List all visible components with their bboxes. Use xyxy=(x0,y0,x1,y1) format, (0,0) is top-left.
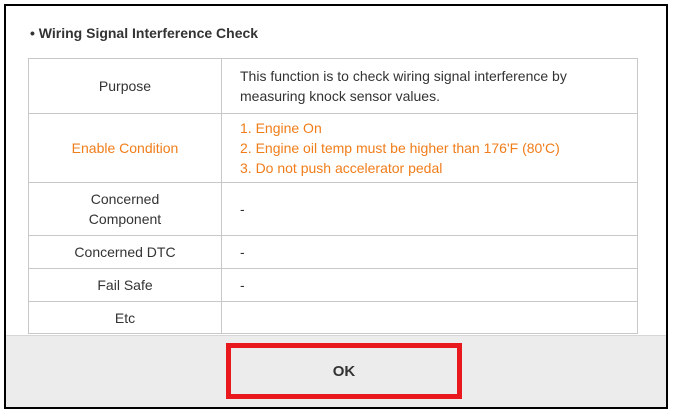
concerned-component-label-line-1: Concerned xyxy=(90,191,160,207)
fail-safe-value: - xyxy=(221,268,638,302)
purpose-label: Purpose xyxy=(28,58,222,114)
enable-condition-line-1: 1. Engine On xyxy=(240,120,322,136)
ok-button[interactable]: OK xyxy=(226,343,462,399)
concerned-dtc-label: Concerned DTC xyxy=(28,235,222,269)
enable-condition-line-3: 3. Do not push accelerator pedal xyxy=(240,160,443,176)
wiring-check-dialog: • Wiring Signal Interference Check Purpo… xyxy=(4,4,668,409)
table-row-etc: Etc xyxy=(28,301,638,334)
dialog-footer: OK xyxy=(6,335,666,407)
enable-condition-line-2: 2. Engine oil temp must be higher than 1… xyxy=(240,140,560,156)
purpose-value-line-2: measuring knock sensor values. xyxy=(240,88,440,104)
table-row-fail-safe: Fail Safe - xyxy=(28,268,638,302)
enable-condition-value: 1. Engine On 2. Engine oil temp must be … xyxy=(221,113,638,183)
info-table: Purpose This function is to check wiring… xyxy=(28,58,638,334)
purpose-value-line-1: This function is to check wiring signal … xyxy=(240,68,567,84)
table-row-enable-condition: Enable Condition 1. Engine On 2. Engine … xyxy=(28,113,638,183)
table-row-concerned-component: Concerned Component - xyxy=(28,182,638,236)
concerned-component-label-line-2: Component xyxy=(88,211,162,227)
table-row-concerned-dtc: Concerned DTC - xyxy=(28,235,638,269)
etc-value xyxy=(221,301,638,334)
concerned-component-label: Concerned Component xyxy=(28,182,222,236)
etc-label: Etc xyxy=(28,301,222,334)
concerned-component-value: - xyxy=(221,182,638,236)
concerned-dtc-value: - xyxy=(221,235,638,269)
fail-safe-label: Fail Safe xyxy=(28,268,222,302)
dialog-title: • Wiring Signal Interference Check xyxy=(30,25,259,41)
enable-condition-label: Enable Condition xyxy=(28,113,222,183)
table-row-purpose: Purpose This function is to check wiring… xyxy=(28,58,638,114)
purpose-value: This function is to check wiring signal … xyxy=(221,58,638,114)
